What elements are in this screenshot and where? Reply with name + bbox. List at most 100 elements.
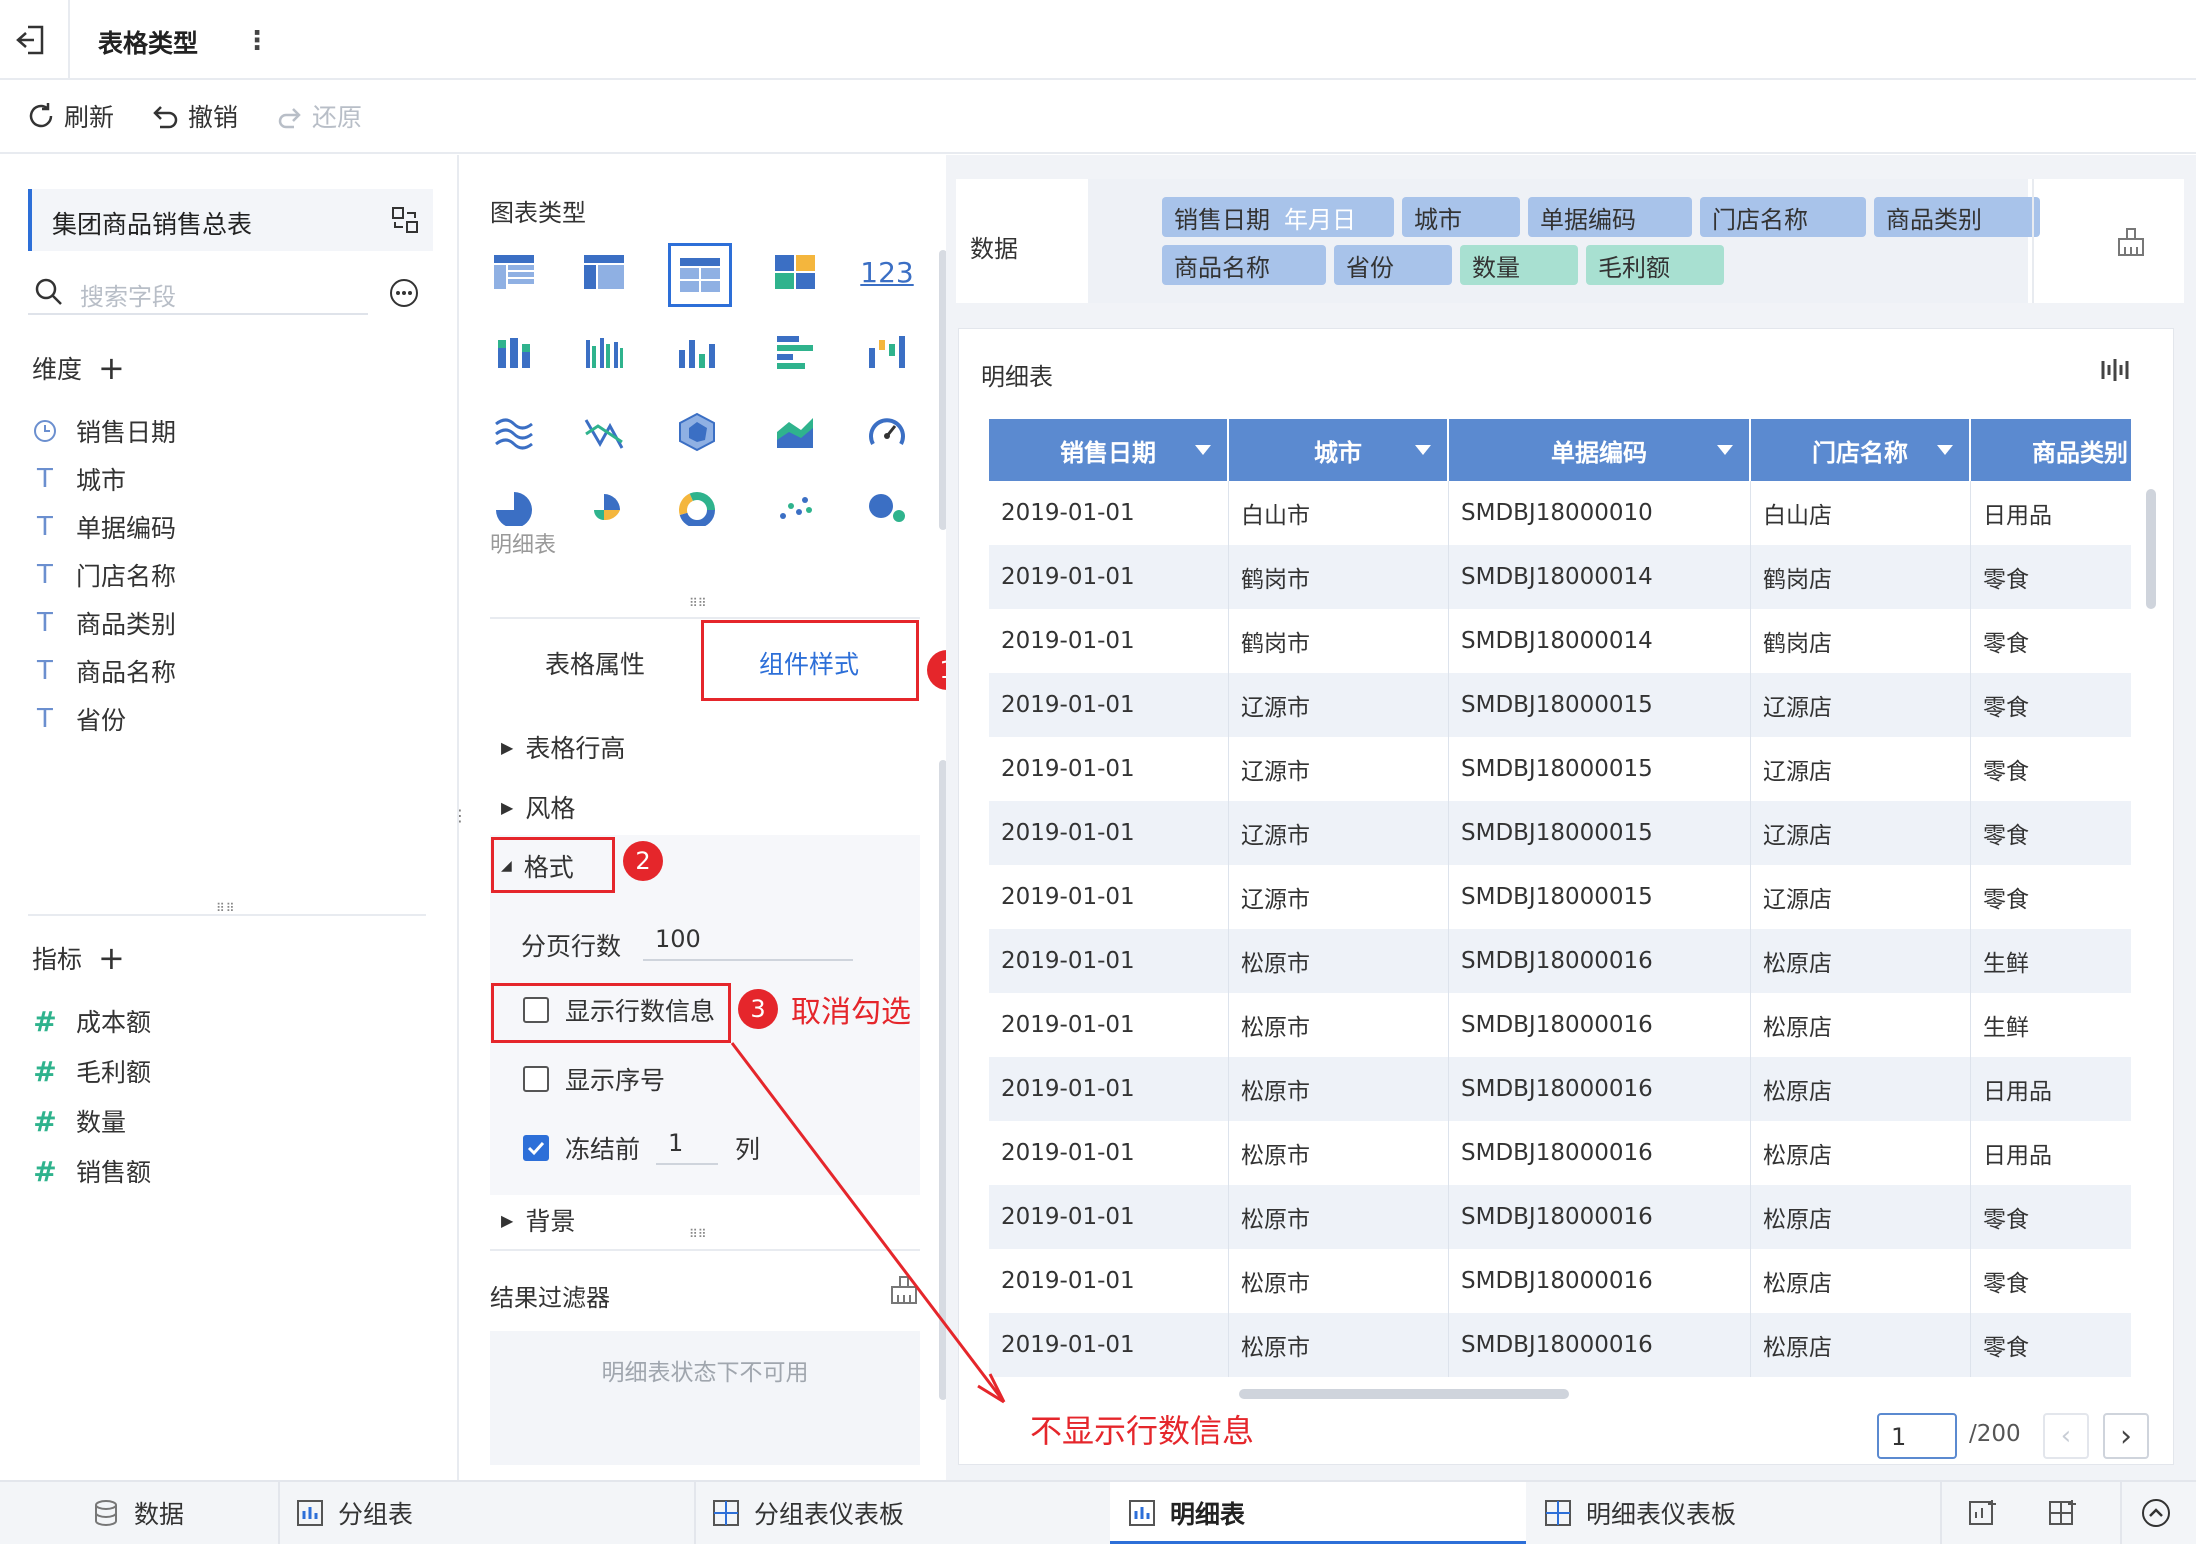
kpi-board-icon[interactable] bbox=[766, 243, 824, 301]
stacked-column-icon[interactable] bbox=[485, 323, 543, 381]
column-header[interactable]: 商品类别 bbox=[1971, 419, 2131, 481]
tab-table-properties[interactable]: 表格属性 bbox=[490, 635, 700, 691]
dimension-item[interactable]: T 商品名称 bbox=[32, 653, 176, 689]
show-index-checkbox[interactable]: 显示序号 bbox=[523, 1061, 665, 1097]
table-row[interactable]: 2019-01-01 松原市 SMDBJ18000016 松原店 零食 bbox=[989, 1249, 2131, 1313]
rose-chart-icon[interactable] bbox=[575, 479, 633, 537]
filter-brush-icon[interactable] bbox=[889, 1275, 919, 1305]
table-row[interactable]: 2019-01-01 鹤岗市 SMDBJ18000014 鹤岗店 零食 bbox=[989, 609, 2131, 673]
search-field[interactable]: 搜索字段 bbox=[28, 271, 368, 315]
measure-item[interactable]: # 数量 bbox=[32, 1103, 126, 1139]
number-card-icon[interactable]: 123 bbox=[858, 243, 916, 301]
cross-table-icon[interactable] bbox=[575, 243, 633, 301]
tab-grouped-table[interactable]: 分组表 bbox=[296, 1482, 413, 1544]
add-dimension-icon[interactable]: + bbox=[98, 349, 125, 387]
table-row[interactable]: 2019-01-01 松原市 SMDBJ18000016 松原店 生鲜 bbox=[989, 929, 2131, 993]
table-row[interactable]: 2019-01-01 白山市 SMDBJ18000010 白山店 日用品 bbox=[989, 481, 2131, 545]
drag-handle-icon[interactable]: ⠿⠿ bbox=[689, 1227, 707, 1241]
tab-detail-table[interactable]: 明细表 bbox=[1128, 1482, 1245, 1544]
tab-detail-dashboard[interactable]: 明细表仪表板 bbox=[1544, 1482, 1736, 1544]
dimension-chip[interactable]: 商品名称 bbox=[1162, 245, 1326, 285]
switch-dataset-icon[interactable] bbox=[390, 205, 420, 235]
table-row[interactable]: 2019-01-01 松原市 SMDBJ18000016 松原店 日用品 bbox=[989, 1121, 2131, 1185]
table-row[interactable]: 2019-01-01 松原市 SMDBJ18000016 松原店 零食 bbox=[989, 1185, 2131, 1249]
dimension-item[interactable]: T 单据编码 bbox=[32, 509, 176, 545]
vertical-scrollbar[interactable] bbox=[2146, 489, 2156, 609]
dimension-item[interactable]: 销售日期 bbox=[32, 413, 176, 449]
section-background[interactable]: ▶ 背景 bbox=[501, 1202, 575, 1238]
dropdown-icon[interactable] bbox=[1195, 445, 1211, 455]
search-input[interactable]: 搜索字段 bbox=[80, 277, 176, 312]
measure-item[interactable]: # 销售额 bbox=[32, 1153, 151, 1189]
filter-brush-icon[interactable] bbox=[2116, 227, 2146, 257]
column-header[interactable]: 城市 bbox=[1229, 419, 1449, 481]
exit-icon[interactable] bbox=[14, 22, 50, 58]
add-dashboard-icon[interactable] bbox=[2048, 1498, 2080, 1528]
table-row[interactable]: 2019-01-01 辽源市 SMDBJ18000015 辽源店 零食 bbox=[989, 865, 2131, 929]
horizontal-scrollbar[interactable] bbox=[1239, 1389, 1569, 1399]
measure-chip[interactable]: 数量 bbox=[1460, 245, 1578, 285]
redo-button[interactable]: 还原 bbox=[274, 98, 362, 134]
dimension-chip[interactable]: 城市 bbox=[1402, 197, 1520, 237]
add-measure-icon[interactable]: + bbox=[98, 939, 125, 977]
column-header[interactable]: 单据编码 bbox=[1449, 419, 1751, 481]
refresh-button[interactable]: 刷新 bbox=[26, 98, 114, 134]
tab-grouped-dashboard[interactable]: 分组表仪表板 bbox=[712, 1482, 904, 1544]
waterfall-chart-icon[interactable] bbox=[858, 323, 916, 381]
scatter-chart-icon[interactable] bbox=[766, 479, 824, 537]
more-options-icon[interactable] bbox=[388, 277, 420, 309]
undo-button[interactable]: 撤销 bbox=[150, 98, 238, 134]
drag-handle-icon[interactable]: ⠿⠿ bbox=[216, 901, 236, 915]
bar-chart-icon[interactable] bbox=[766, 323, 824, 381]
dropdown-icon[interactable] bbox=[1717, 445, 1733, 455]
column-settings-icon[interactable] bbox=[2099, 355, 2131, 385]
section-row-height[interactable]: ▶ 表格行高 bbox=[501, 729, 625, 765]
table-row[interactable]: 2019-01-01 辽源市 SMDBJ18000015 辽源店 零食 bbox=[989, 673, 2131, 737]
radar-line-icon[interactable] bbox=[575, 403, 633, 461]
drag-handle-icon[interactable]: ⠿⠿ bbox=[689, 596, 707, 610]
line-chart-icon[interactable] bbox=[485, 403, 543, 461]
gauge-chart-icon[interactable] bbox=[858, 403, 916, 461]
measure-item[interactable]: # 成本额 bbox=[32, 1003, 151, 1039]
tab-data[interactable]: 数据 bbox=[92, 1482, 184, 1544]
grouped-table-icon[interactable] bbox=[485, 243, 543, 301]
table-row[interactable]: 2019-01-01 松原市 SMDBJ18000016 松原店 零食 bbox=[989, 1313, 2131, 1377]
add-component-icon[interactable] bbox=[1968, 1498, 2000, 1528]
measure-chip[interactable]: 毛利额 bbox=[1586, 245, 1724, 285]
grouped-column-icon[interactable] bbox=[575, 323, 633, 381]
table-row[interactable]: 2019-01-01 松原市 SMDBJ18000016 松原店 日用品 bbox=[989, 1057, 2131, 1121]
dimension-item[interactable]: T 门店名称 bbox=[32, 557, 176, 593]
column-header[interactable]: 门店名称 bbox=[1751, 419, 1971, 481]
freeze-columns-input[interactable]: 1 bbox=[656, 1119, 718, 1165]
more-vertical-icon[interactable]: ⋮ bbox=[244, 26, 270, 56]
dimension-chip[interactable]: 单据编码 bbox=[1528, 197, 1692, 237]
dimension-item[interactable]: T 省份 bbox=[32, 701, 126, 737]
table-row[interactable]: 2019-01-01 松原市 SMDBJ18000016 松原店 生鲜 bbox=[989, 993, 2131, 1057]
detail-table-icon[interactable] bbox=[668, 243, 732, 307]
freeze-columns-checkbox[interactable]: 冻结前 bbox=[523, 1130, 640, 1166]
column-header[interactable]: 销售日期 bbox=[989, 419, 1229, 481]
page-rows-input[interactable]: 100 bbox=[643, 915, 853, 961]
section-style[interactable]: ▶ 风格 bbox=[501, 789, 575, 825]
dimension-chip[interactable]: 省份 bbox=[1334, 245, 1452, 285]
donut-chart-icon[interactable] bbox=[668, 479, 726, 537]
table-row[interactable]: 2019-01-01 辽源市 SMDBJ18000015 辽源店 零食 bbox=[989, 737, 2131, 801]
radar-chart-icon[interactable] bbox=[668, 403, 726, 461]
dimension-chip[interactable]: 门店名称 bbox=[1700, 197, 1866, 237]
bubble-chart-icon[interactable] bbox=[858, 479, 916, 537]
dimension-chip[interactable]: 商品类别 bbox=[1874, 197, 2040, 237]
collapse-up-icon[interactable] bbox=[2140, 1497, 2172, 1529]
page-number-input[interactable]: 1 bbox=[1877, 1413, 1957, 1459]
table-row[interactable]: 2019-01-01 辽源市 SMDBJ18000015 辽源店 零食 bbox=[989, 801, 2131, 865]
table-row[interactable]: 2019-01-01 鹤岗市 SMDBJ18000014 鹤岗店 零食 bbox=[989, 545, 2131, 609]
column-chart-icon[interactable] bbox=[668, 323, 726, 381]
dimension-item[interactable]: T 商品类别 bbox=[32, 605, 176, 641]
checkbox-checked[interactable] bbox=[523, 1135, 549, 1161]
previous-page-button[interactable]: ‹ bbox=[2043, 1413, 2089, 1459]
checkbox-unchecked[interactable] bbox=[523, 1066, 549, 1092]
dimension-chip[interactable]: 销售日期 年月日 bbox=[1162, 197, 1394, 237]
dropdown-icon[interactable] bbox=[1937, 445, 1953, 455]
area-chart-icon[interactable] bbox=[766, 403, 824, 461]
dataset-selector[interactable]: 集团商品销售总表 bbox=[28, 189, 433, 251]
dimension-item[interactable]: T 城市 bbox=[32, 461, 126, 497]
